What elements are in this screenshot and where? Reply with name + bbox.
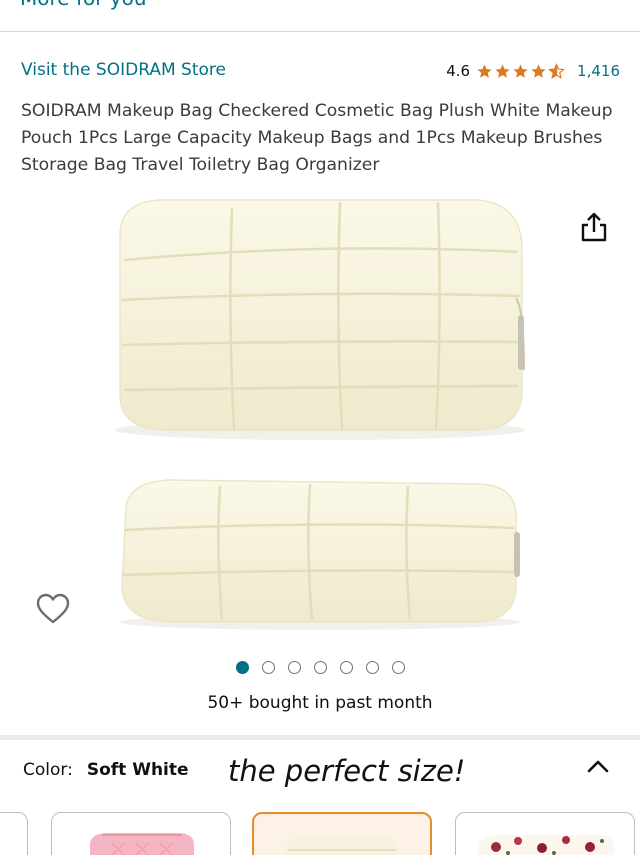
section-divider (0, 735, 640, 740)
rating-value: 4.6 (446, 62, 471, 80)
color-selector-header: Color: Soft White (23, 760, 189, 780)
chevron-up-icon (587, 760, 609, 773)
overlay-caption: the perfect size! (228, 754, 466, 788)
color-swatch-pink[interactable] (51, 812, 231, 855)
heart-icon (36, 593, 70, 624)
selected-color-value: Soft White (86, 760, 189, 780)
product-image (115, 199, 525, 630)
color-swatch-offscreen[interactable] (0, 812, 28, 855)
product-title: SOIDRAM Makeup Bag Checkered Cosmetic Ba… (21, 101, 613, 175)
visit-store-link[interactable]: Visit the SOIDRAM Store (21, 60, 226, 80)
floral-bag-thumbnail (478, 835, 614, 855)
bought-in-past-month: 50+ bought in past month (207, 693, 433, 713)
share-icon (581, 212, 607, 242)
image-pagination[interactable] (0, 661, 640, 674)
rating-stars (476, 62, 566, 80)
product-image-gallery[interactable] (0, 190, 640, 660)
add-to-list-button[interactable] (35, 592, 71, 626)
star-full-icon (477, 63, 492, 78)
star-full-icon (513, 63, 528, 78)
star-half-icon (548, 62, 566, 79)
pagination-dot[interactable] (339, 661, 353, 674)
more-for-you-link[interactable]: More for you (20, 0, 147, 10)
collapse-color-button[interactable] (585, 756, 611, 778)
pagination-dot[interactable] (261, 661, 275, 674)
divider (0, 31, 640, 32)
pagination-dot[interactable] (287, 661, 301, 674)
pagination-dot[interactable] (365, 661, 379, 674)
soft-white-bag-thumbnail (286, 836, 398, 855)
star-full-icon (495, 63, 510, 78)
color-swatch-soft-white[interactable] (252, 812, 432, 855)
pagination-dot[interactable] (313, 661, 327, 674)
share-button[interactable] (579, 210, 609, 244)
pagination-dot-active[interactable] (235, 661, 249, 674)
star-full-icon (531, 63, 546, 78)
color-label: Color: (23, 760, 73, 780)
pink-bag-thumbnail (90, 833, 194, 855)
rating-summary[interactable]: 4.6 1,416 (446, 62, 620, 80)
pagination-dot[interactable] (391, 661, 405, 674)
color-swatch-floral[interactable] (455, 812, 635, 855)
rating-count-link[interactable]: 1,416 (577, 62, 620, 80)
